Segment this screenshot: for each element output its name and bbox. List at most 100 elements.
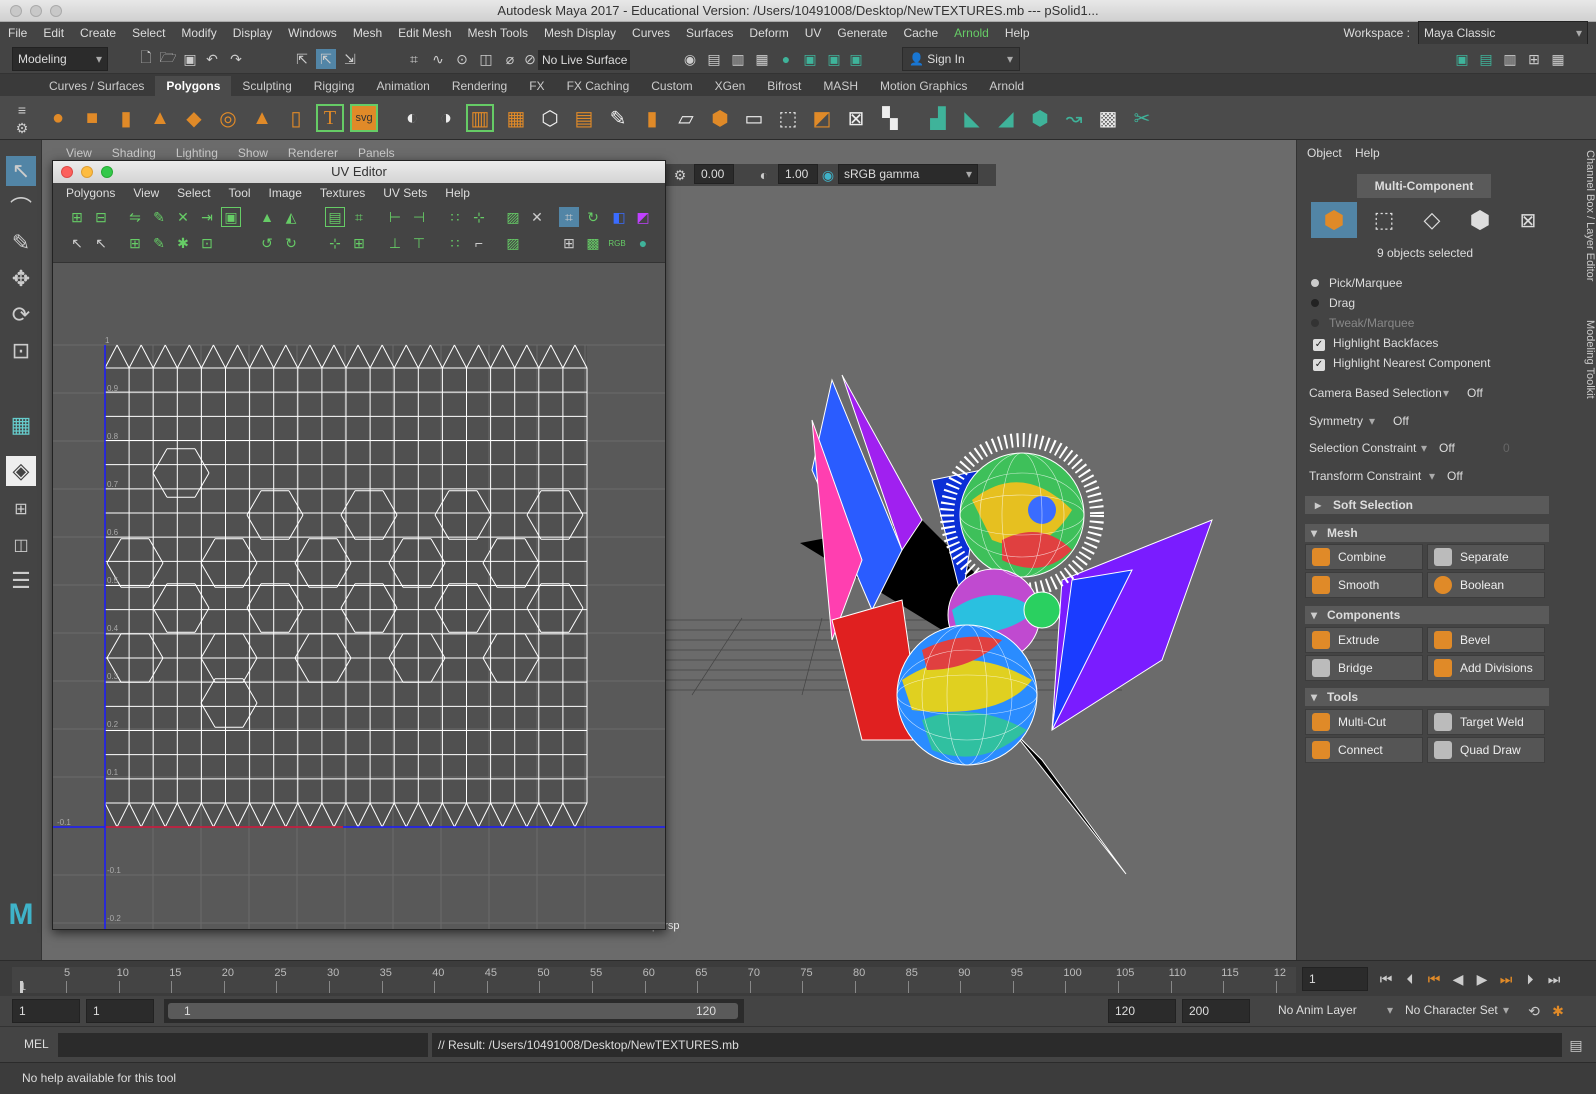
uv-rotate-cw-icon[interactable]: ↻ xyxy=(281,233,301,253)
uv-grid-display-icon[interactable]: ⌗ xyxy=(559,207,579,227)
ipr-render-icon[interactable]: ▥ xyxy=(728,49,748,69)
scene-start-field[interactable]: 1 xyxy=(12,999,80,1023)
uv-menu-textures[interactable]: Textures xyxy=(311,183,374,203)
four-view-layout-icon[interactable]: ⊞ xyxy=(6,494,36,524)
uv-close-button[interactable] xyxy=(61,166,73,178)
uv-match-icon[interactable]: ⌐ xyxy=(469,233,489,253)
menu-file[interactable]: File xyxy=(0,26,35,40)
shelf-settings-icon[interactable]: ⚙ xyxy=(12,118,32,138)
open-scene-icon[interactable]: 🗁 xyxy=(158,49,178,69)
step-back-key-icon[interactable]: ⏮ xyxy=(1424,969,1444,989)
uv-flip-icon[interactable]: ⇋ xyxy=(125,207,145,227)
uv-dim-image-icon[interactable]: ✕ xyxy=(527,207,547,227)
save-scene-icon[interactable]: ▣ xyxy=(180,49,200,69)
playback-start-field[interactable]: 1 xyxy=(86,999,154,1023)
face-mode-icon[interactable]: ⬢ xyxy=(1457,202,1503,238)
uv-optimize-icon[interactable]: ⊡ xyxy=(197,233,217,253)
modeling-toolkit-tab[interactable]: Modeling Toolkit xyxy=(1578,320,1596,420)
menu-windows[interactable]: Windows xyxy=(280,26,345,40)
uv-sew-icon[interactable]: ⇥ xyxy=(197,207,217,227)
uv-select-shell-icon[interactable]: ⊞ xyxy=(67,207,87,227)
uv-align-top-icon[interactable]: ⊤ xyxy=(409,233,429,253)
menu-cache[interactable]: Cache xyxy=(895,26,946,40)
exposure-field[interactable]: 0.00 xyxy=(694,164,734,184)
checker-icon[interactable]: ▩ xyxy=(1094,104,1122,132)
connect-button[interactable]: Connect xyxy=(1305,737,1423,763)
uv-align-icon[interactable]: ▤ xyxy=(325,207,345,227)
channel-box-toggle-icon[interactable]: ⊞ xyxy=(1524,49,1544,69)
selection-constraint-value[interactable]: Off xyxy=(1439,441,1455,455)
go-to-end-icon[interactable]: ⏭ xyxy=(1544,969,1564,989)
shelf-tab-rigging[interactable]: Rigging xyxy=(303,76,366,96)
layer-editor-toggle-icon[interactable]: ▦ xyxy=(1548,49,1568,69)
triangulate-icon[interactable]: ▚ xyxy=(876,104,904,132)
command-input[interactable] xyxy=(58,1033,428,1057)
render-frame-icon[interactable]: ▤ xyxy=(704,49,724,69)
uv-canvas[interactable]: 1 0.9 0.8 0.7 0.6 0.5 0.4 0.3 0.2 0.1 -0… xyxy=(53,263,665,929)
outliner-layout-icon[interactable]: ☰ xyxy=(6,566,36,596)
menu-surfaces[interactable]: Surfaces xyxy=(678,26,741,40)
sign-in-button[interactable]: 👤 Sign In ▾ xyxy=(902,47,1020,71)
select-hierarchy-icon[interactable]: ⇱ xyxy=(292,49,312,69)
extrude-button[interactable]: Extrude xyxy=(1305,627,1423,653)
uv-minimize-button[interactable] xyxy=(81,166,93,178)
render-settings-icon[interactable]: ▦ xyxy=(752,49,772,69)
extract-icon[interactable]: ▥ xyxy=(466,104,494,132)
snap-live-icon[interactable]: ⌀ xyxy=(500,49,520,69)
menu-generate[interactable]: Generate xyxy=(829,26,895,40)
live-surface-field[interactable]: No Live Surface xyxy=(538,50,630,70)
bevel-button[interactable]: Bevel xyxy=(1427,627,1545,653)
menu-create[interactable]: Create xyxy=(72,26,124,40)
menu-mesh-tools[interactable]: Mesh Tools xyxy=(460,26,536,40)
poly-plane-icon[interactable]: ◆ xyxy=(180,104,208,132)
poly-sphere-icon[interactable]: ● xyxy=(44,104,72,132)
colorspace-dropdown[interactable]: sRGB gamma xyxy=(838,164,978,184)
uv-unfold-icon[interactable]: ◭ xyxy=(281,207,301,227)
shelf-tab-sculpting[interactable]: Sculpting xyxy=(231,76,302,96)
transform-constraint-value[interactable]: Off xyxy=(1447,469,1463,483)
poly-cone-icon[interactable]: ▲ xyxy=(146,104,174,132)
pick-marquee-option[interactable]: Pick/Marquee xyxy=(1311,276,1402,290)
menu-deform[interactable]: Deform xyxy=(741,26,796,40)
time-slider[interactable]: 1 5 10 15 20 25 30 35 40 45 50 55 60 65 70 75 80 85 90 95 10… xyxy=(0,960,1596,996)
chevron-down-icon[interactable]: ▾ xyxy=(1443,386,1449,400)
target-weld-button[interactable]: Target Weld xyxy=(1427,709,1545,735)
poly-cube-icon[interactable]: ■ xyxy=(78,104,106,132)
combine-shelf-icon[interactable]: ◐ xyxy=(398,104,426,132)
new-scene-icon[interactable]: 🗋 xyxy=(136,49,156,69)
uv-select-border-icon[interactable]: ⊟ xyxy=(91,207,111,227)
snap-grid-icon[interactable]: ⌗ xyxy=(404,49,424,69)
fill-hole-icon[interactable]: ▭ xyxy=(740,104,768,132)
shelf-tab-bifrost[interactable]: Bifrost xyxy=(756,76,812,96)
step-forward-key-icon[interactable]: ⏭ xyxy=(1496,969,1516,989)
highlight-nearest-checkbox[interactable]: ✓ Highlight Nearest Component xyxy=(1313,356,1490,371)
uv-move-sew-icon[interactable]: ▣ xyxy=(221,207,241,227)
select-object-icon[interactable]: ⇱ xyxy=(316,49,336,69)
menu-mesh-display[interactable]: Mesh Display xyxy=(536,26,624,40)
uv-menu-help[interactable]: Help xyxy=(436,183,479,203)
separate-button[interactable]: Separate xyxy=(1427,544,1545,570)
shelf-tab-mash[interactable]: MASH xyxy=(812,76,869,96)
render-view-icon[interactable]: ◉ xyxy=(680,49,700,69)
uv-stack-icon[interactable]: ⊞ xyxy=(349,233,369,253)
tools-section-header[interactable]: Tools xyxy=(1305,688,1549,706)
uv-menu-select[interactable]: Select xyxy=(168,183,219,203)
snap-view-plane-icon[interactable]: ◫ xyxy=(476,49,496,69)
edge-mode-icon[interactable]: ◇ xyxy=(1409,202,1455,238)
timeline-track[interactable]: 1 5 10 15 20 25 30 35 40 45 50 55 60 65 70 75 80 85 90 95 10… xyxy=(12,967,1296,993)
cut-uv-icon[interactable]: ✂ xyxy=(1128,104,1156,132)
average-vertices-icon[interactable]: ⬡ xyxy=(536,104,564,132)
modeling-toolkit-toggle-icon[interactable]: ▣ xyxy=(1452,49,1472,69)
menu-select[interactable]: Select xyxy=(124,26,173,40)
snap-point-icon[interactable]: ⊙ xyxy=(452,49,472,69)
channel-box-tab[interactable]: Channel Box / Layer Editor xyxy=(1578,150,1596,300)
arnold-ipr-icon[interactable]: ▣ xyxy=(824,49,844,69)
mesh-section-header[interactable]: Mesh xyxy=(1305,524,1549,542)
selection-constraint-field[interactable]: 0 xyxy=(1503,441,1510,455)
arnold-render-view-icon[interactable]: ▣ xyxy=(800,49,820,69)
uv-rgb-channels-icon[interactable]: RGB xyxy=(607,233,627,253)
uv-rotate-ccw-icon[interactable]: ↺ xyxy=(257,233,277,253)
chevron-down-icon[interactable]: ▾ xyxy=(1429,469,1435,483)
append-polygon-icon[interactable]: ⬚ xyxy=(774,104,802,132)
bevel-shelf-icon[interactable]: ⬢ xyxy=(706,104,734,132)
